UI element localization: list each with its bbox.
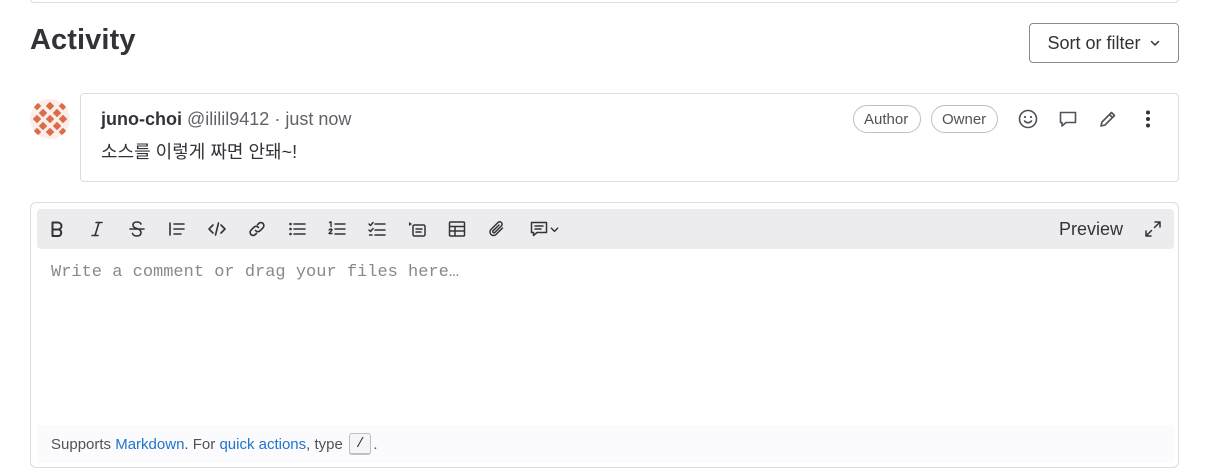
editor-footer: Supports Markdown . For quick actions , … [37,425,1174,463]
quote-button[interactable] [164,217,190,241]
activity-heading: Activity [30,24,136,56]
author-badge: Author [853,105,921,133]
task-list-icon [368,221,386,236]
formatting-toolbar: Preview [37,209,1174,249]
preview-button[interactable]: Preview [1059,217,1123,241]
markdown-link[interactable]: Markdown [115,436,184,453]
comment-textarea[interactable] [37,253,1174,423]
numbered-list-icon [328,221,346,235]
owner-badge: Owner [931,105,998,133]
attach-file-button[interactable] [484,217,510,241]
meta-separator: · [274,109,281,129]
italic-icon [91,221,103,237]
reply-button[interactable] [1056,107,1080,131]
note-header: juno-choi @ililil9412 · just now [101,108,351,130]
quote-icon [169,222,185,236]
footer-type-text: , type [306,435,343,453]
details-block-icon [409,222,426,237]
note-body: 소스를 이렇게 짜면 안돼~! [101,142,298,162]
table-button[interactable] [444,217,470,241]
footer-prefix: Supports [51,435,116,453]
table-icon [448,221,466,237]
add-reaction-button[interactable] [1016,107,1040,131]
author-handle[interactable]: @ililil9412 [187,109,269,129]
previous-card [30,0,1179,3]
kebab-icon [1146,110,1150,128]
slash-key: / [349,433,372,455]
chevron-down-icon [550,226,558,232]
pencil-icon [1100,111,1116,127]
task-list-button[interactable] [364,217,390,241]
code-button[interactable] [204,217,230,241]
code-icon [208,222,226,236]
bold-icon [51,221,63,237]
bullet-list-icon [289,222,306,236]
comment-templates-icon [530,221,547,237]
comment-icon [1059,111,1077,127]
author-name[interactable]: juno-choi [101,109,182,129]
strikethrough-icon [129,221,145,237]
maximize-icon [1145,221,1161,237]
comment-note: juno-choi @ililil9412 · just now 소스를 이렇게… [80,93,1179,182]
chevron-down-icon [1150,40,1159,46]
more-actions-button[interactable] [1136,107,1160,131]
fullscreen-button[interactable] [1140,217,1166,241]
note-timestamp[interactable]: just now [285,109,351,129]
smiley-icon [1018,109,1038,129]
identicon-icon [30,99,70,139]
link-icon [249,221,265,237]
paperclip-icon [489,221,504,237]
sort-or-filter-label: Sort or filter [1047,32,1141,53]
footer-suffix: . [373,435,378,453]
comment-editor: Preview Supports Markdown . For quick ac… [30,202,1179,468]
avatar[interactable] [30,99,70,139]
footer-middle: . For [184,435,220,453]
bullet-list-button[interactable] [284,217,310,241]
comment-templates-dropdown[interactable] [524,217,564,241]
strikethrough-button[interactable] [124,217,150,241]
collapsible-section-button[interactable] [404,217,430,241]
italic-button[interactable] [84,217,110,241]
sort-or-filter-dropdown[interactable]: Sort or filter [1029,23,1179,63]
link-button[interactable] [244,217,270,241]
bold-button[interactable] [44,217,70,241]
numbered-list-button[interactable] [324,217,350,241]
quick-actions-link[interactable]: quick actions [219,436,306,453]
edit-button[interactable] [1096,107,1120,131]
